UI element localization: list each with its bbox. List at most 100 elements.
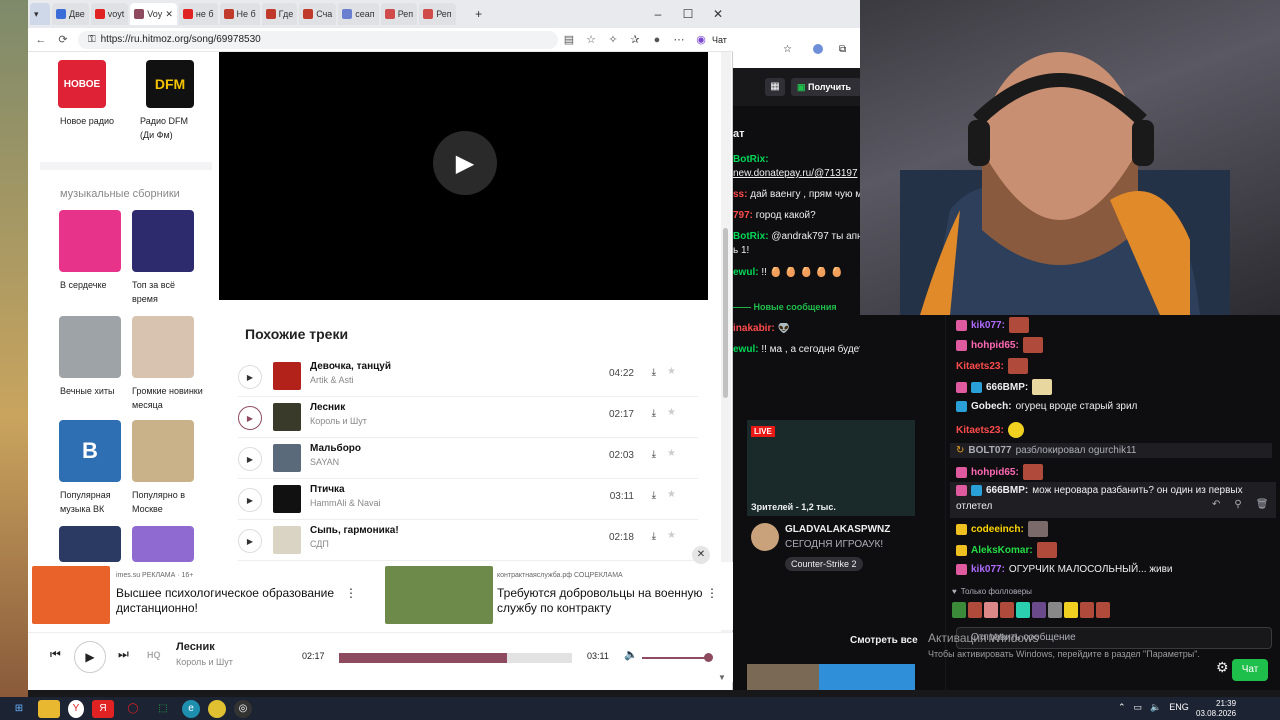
collection-label[interactable]: Громкие новинки месяца: [132, 384, 204, 412]
browser-tab[interactable]: voyt: [90, 3, 129, 25]
emote[interactable]: [1032, 602, 1046, 618]
stream-thumbnail[interactable]: [819, 664, 915, 690]
volume-icon[interactable]: 🔈: [624, 648, 638, 661]
download-icon[interactable]: ⤓: [652, 490, 656, 501]
reader-icon[interactable]: ▤: [558, 33, 580, 46]
star-icon[interactable]: ★: [667, 366, 676, 377]
more-icon[interactable]: ⋮: [706, 586, 718, 600]
browser-tab-active[interactable]: Voy ✕: [130, 3, 177, 25]
track-row[interactable]: ▶ Мальборо SAYAN 02:03 ⤓ ★: [238, 439, 698, 479]
star-icon[interactable]: ★: [667, 530, 676, 541]
terminal-icon[interactable]: ⬚: [152, 700, 174, 718]
play-icon[interactable]: ▶: [238, 529, 262, 553]
chat-username[interactable]: 666BMP:: [986, 382, 1028, 393]
track-row[interactable]: ▶ Лесник Король и Шут 02:17 ⤓ ★: [238, 398, 698, 438]
network-icon[interactable]: ▭: [1134, 702, 1143, 713]
ad-text[interactable]: Высшее психологическое образование диста…: [116, 586, 356, 616]
chat-username[interactable]: codeeinch:: [971, 524, 1024, 535]
chat-username[interactable]: Kitaets23:: [956, 361, 1004, 372]
chat-label[interactable]: Чат: [712, 35, 727, 45]
chat-username[interactable]: BOLT077: [968, 445, 1011, 456]
new-tab-button[interactable]: +: [464, 7, 494, 21]
close-icon[interactable]: ✕: [165, 9, 173, 20]
browser-tab[interactable]: Реп: [380, 3, 418, 25]
radio-logo[interactable]: НОВОЕ: [58, 60, 106, 108]
track-title[interactable]: Птичка: [310, 484, 345, 495]
chrome-icon[interactable]: [208, 699, 226, 718]
chevron-up-icon[interactable]: ⌃: [1118, 702, 1126, 713]
play-icon[interactable]: ▶: [238, 447, 262, 471]
star-icon[interactable]: ★: [667, 489, 676, 500]
maximize-button[interactable]: ☐: [673, 7, 703, 21]
previous-icon[interactable]: ⏮: [50, 647, 61, 662]
emote[interactable]: [1064, 602, 1078, 618]
collection-label[interactable]: Топ за всё время: [132, 278, 192, 306]
browser-tab[interactable]: сеап: [338, 3, 379, 25]
chat-username[interactable]: 666BMP:: [986, 485, 1028, 496]
collection-cover[interactable]: [132, 316, 194, 378]
collection-cover[interactable]: [132, 210, 194, 272]
radio-label[interactable]: Новое радио: [60, 114, 140, 128]
download-icon[interactable]: ⤓: [652, 408, 656, 419]
quality-badge[interactable]: HQ: [147, 650, 161, 660]
chat-send-button[interactable]: Чат: [1232, 659, 1268, 681]
video-player[interactable]: ▶: [219, 52, 708, 300]
file-explorer-icon[interactable]: [38, 699, 60, 718]
chat-username[interactable]: inakabir:: [733, 323, 775, 334]
track-artist[interactable]: HammAli & Navai: [310, 498, 381, 508]
window-close-button[interactable]: ✕: [703, 7, 733, 21]
copilot-icon[interactable]: ◉: [690, 33, 712, 46]
emote[interactable]: [1048, 602, 1062, 618]
avatar[interactable]: [751, 523, 779, 551]
menu-icon[interactable]: ⋯: [668, 33, 690, 46]
play-icon[interactable]: ▶: [433, 131, 497, 195]
chat-message[interactable]: new.donatepay.ru/@713197: [733, 168, 858, 179]
play-icon[interactable]: ▶: [74, 641, 106, 673]
yandex-browser-icon[interactable]: Я: [92, 699, 114, 718]
browser-tab[interactable]: Реп: [419, 3, 456, 25]
download-icon[interactable]: ⤓: [652, 449, 656, 460]
track-row[interactable]: ▶ Девочка, танцуй Artik & Asti 04:22 ⤓ ★: [238, 357, 698, 397]
more-icon[interactable]: ⋮: [345, 586, 357, 600]
collection-cover[interactable]: [59, 210, 121, 272]
chat-username[interactable]: ewul:: [733, 267, 759, 278]
star-icon[interactable]: ★: [667, 407, 676, 418]
browser-tab[interactable]: Не б: [219, 3, 260, 25]
url-field[interactable]: ⚿ https://ru.hitmoz.org/song/69978530: [78, 30, 558, 49]
download-icon[interactable]: ⤓: [652, 531, 656, 542]
minimize-button[interactable]: –: [643, 7, 673, 21]
collection-cover[interactable]: [132, 526, 194, 562]
language-indicator[interactable]: ENG: [1169, 702, 1189, 713]
yandex-icon[interactable]: Y: [68, 699, 84, 718]
track-row[interactable]: ▶ Птичка HammAli & Navai 03:11 ⤓ ★: [238, 480, 698, 520]
ad-card[interactable]: контрактнаяслужба.рф СОЦРЕКЛАМА Требуютс…: [383, 564, 718, 628]
track-title[interactable]: Лесник: [310, 402, 345, 413]
play-icon[interactable]: ▶: [238, 488, 262, 512]
clock[interactable]: 21:39 03.08.2026: [1196, 699, 1236, 719]
dashboard-icon[interactable]: ▦: [765, 78, 785, 96]
track-artist[interactable]: Artik & Asti: [310, 375, 354, 385]
browser-tab[interactable]: Две: [52, 3, 89, 25]
browser-tab[interactable]: не б: [178, 3, 218, 25]
emote[interactable]: [968, 602, 982, 618]
watch-all-link[interactable]: Смотреть все: [850, 635, 918, 646]
track-artist[interactable]: СДП: [310, 539, 329, 549]
collection-label[interactable]: Вечные хиты: [60, 384, 140, 398]
chat-username[interactable]: Gobech:: [971, 401, 1012, 412]
chat-username[interactable]: BotRix:: [733, 231, 769, 242]
download-icon[interactable]: ⤓: [652, 367, 656, 378]
game-tag[interactable]: Counter-Strike 2: [785, 557, 863, 571]
browser-tab[interactable]: Сча: [299, 3, 337, 25]
track-title[interactable]: Сыпь, гармоника!: [310, 525, 399, 536]
chat-username[interactable]: AleksKomar:: [971, 545, 1033, 556]
collection-label[interactable]: В сердечке: [60, 278, 140, 292]
chat-username[interactable]: hohpid65:: [971, 467, 1019, 478]
edge-icon[interactable]: e: [182, 699, 200, 718]
obs-icon[interactable]: ◎: [234, 699, 252, 718]
stream-thumbnail[interactable]: LIVE Зрителей - 1,2 тыс.: [747, 420, 915, 516]
ad-image[interactable]: [385, 566, 493, 624]
progress-bar[interactable]: [339, 653, 572, 663]
collection-label[interactable]: Популярно в Москве: [132, 488, 198, 516]
star-icon[interactable]: ☆: [783, 44, 792, 55]
chat-username[interactable]: kik077:: [971, 564, 1005, 575]
